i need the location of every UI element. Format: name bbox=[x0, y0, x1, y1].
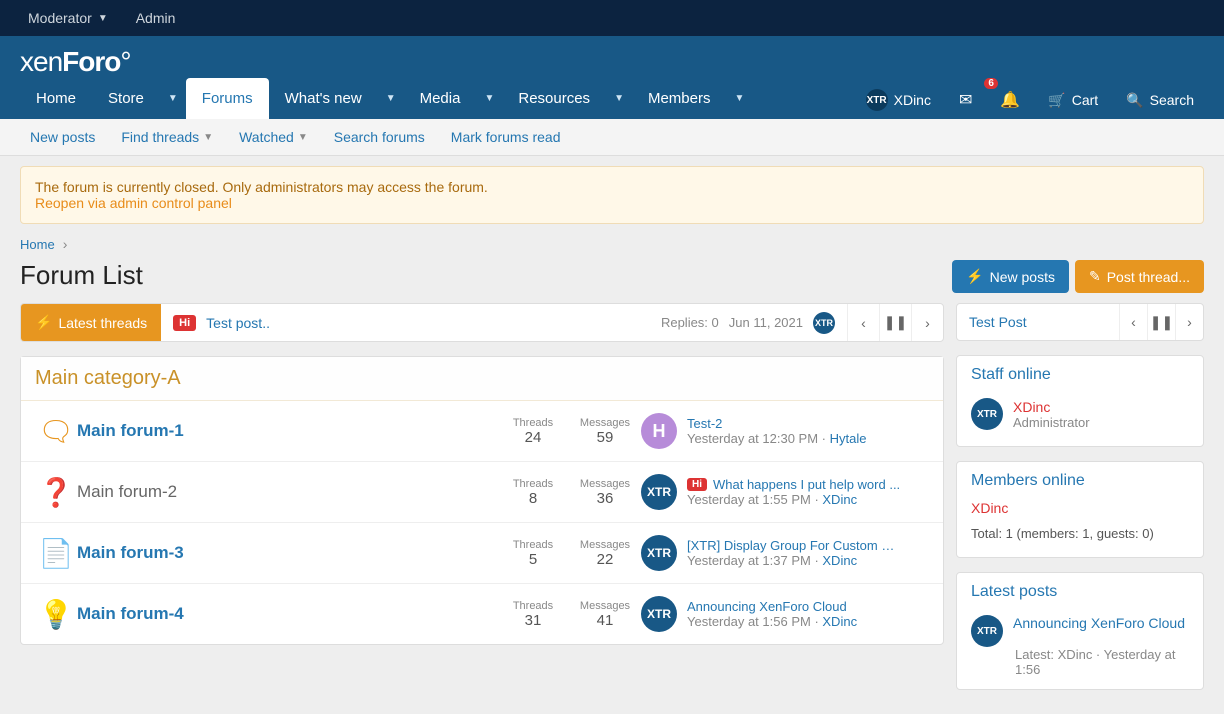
chevron-down-icon[interactable]: ▼ bbox=[726, 81, 752, 116]
nav-tab-resources[interactable]: Resources bbox=[502, 78, 606, 119]
chevron-down-icon[interactable]: ▼ bbox=[606, 81, 632, 116]
user-menu[interactable]: XTR XDinc bbox=[856, 81, 941, 119]
chevron-down-icon[interactable]: ▼ bbox=[476, 81, 502, 116]
forum-status-icon: 💡 bbox=[35, 598, 77, 631]
last-post-user-link[interactable]: XDinc bbox=[822, 492, 857, 507]
forum-status-icon: 🗨 bbox=[35, 415, 77, 448]
staff-user-role: Administrator bbox=[1013, 415, 1090, 430]
last-thread-link[interactable]: What happens I put help word ... bbox=[713, 477, 900, 492]
forum-row: 🗨 Main forum-1 Threads24 Messages59 H Te… bbox=[21, 401, 943, 462]
last-poster-avatar-icon[interactable]: XTR bbox=[641, 596, 677, 632]
side-ticker-next-icon[interactable]: › bbox=[1175, 304, 1203, 340]
member-user-link[interactable]: XDinc bbox=[957, 500, 1203, 522]
category-title[interactable]: Main category-A bbox=[21, 357, 943, 401]
last-thread-link[interactable]: Announcing XenForo Cloud bbox=[687, 599, 847, 614]
latest-posts-block: Latest posts XTR Announcing XenForo Clou… bbox=[956, 572, 1204, 690]
admin-link[interactable]: Admin bbox=[122, 0, 190, 36]
chevron-down-icon[interactable]: ▼ bbox=[160, 81, 186, 116]
side-ticker: Test Post ‹ ❚❚ › bbox=[956, 303, 1204, 341]
user-avatar-icon: XTR bbox=[866, 89, 888, 111]
forum-status-icon: ❓ bbox=[35, 476, 77, 509]
last-post-user-link[interactable]: Hytale bbox=[830, 431, 867, 446]
nav-tab-whatsnew[interactable]: What's new bbox=[269, 78, 378, 119]
members-online-block: Members online XDinc Total: 1 (members: … bbox=[956, 461, 1204, 558]
last-post-time: Yesterday at 1:56 PM bbox=[687, 614, 811, 629]
side-ticker-pause-icon[interactable]: ❚❚ bbox=[1147, 304, 1175, 340]
ticker-prev-icon[interactable]: ‹ bbox=[847, 304, 879, 341]
nav-tab-store[interactable]: Store bbox=[92, 78, 160, 119]
forum-row: ❓ Main forum-2 Threads8 Messages36 XTR H… bbox=[21, 462, 943, 523]
side-ticker-prev-icon[interactable]: ‹ bbox=[1119, 304, 1147, 340]
staff-bar: Moderator▼ Admin bbox=[0, 0, 1224, 36]
chevron-down-icon: ▼ bbox=[298, 132, 308, 143]
chevron-down-icon: ▼ bbox=[203, 132, 213, 143]
ticker-pause-icon[interactable]: ❚❚ bbox=[879, 304, 911, 341]
thread-prefix-badge: Hi bbox=[173, 315, 196, 331]
forum-status-icon: 📄 bbox=[35, 537, 77, 570]
subnav-newposts[interactable]: New posts bbox=[20, 119, 105, 155]
latest-threads-ticker: ⚡ Latest threads Hi Test post.. Replies:… bbox=[20, 303, 944, 342]
forum-title-link[interactable]: Main forum-4 bbox=[77, 604, 184, 623]
alerts-icon[interactable]: 6🔔 bbox=[990, 82, 1030, 118]
last-poster-avatar-icon[interactable]: H bbox=[641, 413, 677, 449]
last-thread-link[interactable]: Test-2 bbox=[687, 416, 722, 431]
last-post-user-link[interactable]: XDinc bbox=[822, 614, 857, 629]
last-thread-link[interactable]: [XTR] Display Group For Custom Fi... bbox=[687, 538, 901, 553]
staff-avatar-icon[interactable]: XTR bbox=[971, 398, 1003, 430]
forum-title-link[interactable]: Main forum-2 bbox=[77, 482, 177, 501]
forum-row: 💡 Main forum-4 Threads31 Messages41 XTR … bbox=[21, 584, 943, 644]
subnav-searchforums[interactable]: Search forums bbox=[324, 119, 435, 155]
members-online-title[interactable]: Members online bbox=[957, 462, 1203, 500]
inbox-icon[interactable]: ✉ bbox=[949, 82, 982, 118]
main-header: xenForo° HomeStore▼ForumsWhat's new▼Medi… bbox=[0, 36, 1224, 119]
ticker-label: ⚡ Latest threads bbox=[21, 304, 161, 341]
members-online-total: Total: 1 (members: 1, guests: 0) bbox=[957, 522, 1203, 551]
last-poster-avatar-icon[interactable]: XTR bbox=[641, 535, 677, 571]
search-toggle[interactable]: 🔍 Search bbox=[1116, 84, 1204, 117]
forum-row: 📄 Main forum-3 Threads5 Messages22 XTR [… bbox=[21, 523, 943, 584]
side-ticker-link[interactable]: Test Post bbox=[957, 304, 1119, 340]
nav-tab-home[interactable]: Home bbox=[20, 78, 92, 119]
breadcrumb: Home › bbox=[20, 236, 1204, 252]
category-block: Main category-A 🗨 Main forum-1 Threads24… bbox=[20, 356, 944, 645]
chevron-down-icon[interactable]: ▼ bbox=[378, 81, 404, 116]
staff-user-link[interactable]: XDinc bbox=[1013, 399, 1090, 415]
reopen-link[interactable]: Reopen via admin control panel bbox=[35, 195, 232, 211]
cart-link[interactable]: 🛒 Cart bbox=[1038, 84, 1108, 117]
latest-post-link[interactable]: Announcing XenForo Cloud bbox=[1013, 615, 1185, 631]
last-post-time: Yesterday at 12:30 PM bbox=[687, 431, 818, 446]
subnav-markforumsread[interactable]: Mark forums read bbox=[441, 119, 571, 155]
ticker-thread-link[interactable]: Test post.. bbox=[206, 315, 270, 331]
crumb-home[interactable]: Home bbox=[20, 237, 55, 252]
staff-online-title[interactable]: Staff online bbox=[957, 356, 1203, 394]
staff-online-block: Staff online XTR XDinc Administrator bbox=[956, 355, 1204, 447]
moderator-menu[interactable]: Moderator▼ bbox=[14, 0, 122, 36]
forum-title-link[interactable]: Main forum-3 bbox=[77, 543, 184, 562]
admin-alert: The forum is currently closed. Only admi… bbox=[20, 166, 1204, 224]
subnav-watched[interactable]: Watched ▼ bbox=[229, 119, 318, 155]
last-post-user-link[interactable]: XDinc bbox=[822, 553, 857, 568]
last-poster-avatar-icon[interactable]: XTR bbox=[641, 474, 677, 510]
latest-post-avatar-icon[interactable]: XTR bbox=[971, 615, 1003, 647]
ticker-avatar[interactable]: XTR bbox=[813, 312, 835, 334]
forum-title-link[interactable]: Main forum-1 bbox=[77, 421, 184, 440]
sub-nav: New postsFind threads ▼Watched ▼Search f… bbox=[0, 119, 1224, 156]
last-post-time: Yesterday at 1:55 PM bbox=[687, 492, 811, 507]
nav-tab-media[interactable]: Media bbox=[404, 78, 477, 119]
site-logo[interactable]: xenForo° bbox=[20, 46, 131, 77]
last-post-time: Yesterday at 1:37 PM bbox=[687, 553, 811, 568]
ticker-next-icon[interactable]: › bbox=[911, 304, 943, 341]
chevron-right-icon: › bbox=[63, 236, 68, 252]
thread-prefix-badge: Hi bbox=[687, 478, 707, 491]
post-thread-button[interactable]: ✎ Post thread... bbox=[1075, 260, 1204, 293]
caret-down-icon: ▼ bbox=[98, 13, 108, 24]
nav-tab-members[interactable]: Members bbox=[632, 78, 727, 119]
nav-tab-forums[interactable]: Forums bbox=[186, 78, 269, 119]
alerts-badge: 6 bbox=[984, 78, 998, 89]
latest-post-meta: Latest: XDinc · Yesterday at 1:56 bbox=[957, 647, 1203, 683]
page-title: Forum List bbox=[20, 260, 143, 291]
subnav-findthreads[interactable]: Find threads ▼ bbox=[111, 119, 223, 155]
new-posts-button[interactable]: ⚡ New posts bbox=[952, 260, 1069, 293]
latest-posts-title[interactable]: Latest posts bbox=[957, 573, 1203, 611]
